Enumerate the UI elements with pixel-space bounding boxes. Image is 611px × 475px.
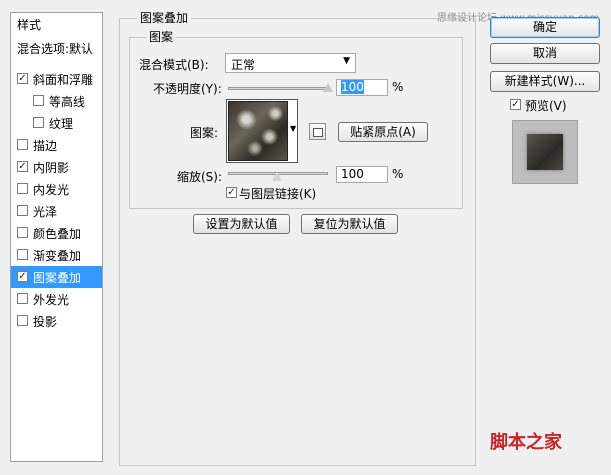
style-preview-thumbnail — [527, 134, 563, 170]
style-item[interactable]: ✓ 内阴影 — [11, 156, 102, 178]
opacity-label: 不透明度(Y): — [153, 82, 222, 96]
style-item-label: 外发光 — [33, 293, 70, 307]
style-item[interactable]: ✓ 图案叠加 — [11, 266, 102, 288]
ok-button[interactable]: 确定 — [490, 17, 600, 38]
new-preset-button[interactable] — [309, 123, 326, 140]
style-item-checkbox[interactable] — [33, 117, 44, 128]
blend-mode-label: 混合模式(B): — [139, 58, 209, 72]
style-item[interactable]: 投影 — [11, 310, 102, 332]
new-style-button[interactable]: 新建样式(W)... — [490, 71, 600, 92]
scale-label: 缩放(S): — [177, 170, 223, 184]
style-item-checkbox[interactable] — [17, 205, 28, 216]
blend-options-item[interactable]: 混合选项:默认 — [17, 40, 93, 57]
style-item[interactable]: 纹理 — [11, 112, 102, 134]
style-item-checkbox[interactable] — [33, 95, 44, 106]
style-item-label: 等高线 — [49, 95, 86, 109]
style-item-label: 图案叠加 — [33, 271, 82, 285]
style-item-checkbox[interactable]: ✓ — [17, 73, 28, 84]
scale-unit: % — [392, 167, 404, 181]
style-item-label: 内阴影 — [33, 161, 70, 175]
opacity-slider-track[interactable] — [228, 87, 328, 90]
style-item[interactable]: 渐变叠加 — [11, 244, 102, 266]
cancel-button[interactable]: 取消 — [490, 43, 600, 64]
style-item[interactable]: 光泽 — [11, 200, 102, 222]
style-item-label: 投影 — [33, 315, 58, 329]
reset-default-button[interactable]: 复位为默认值 — [301, 214, 398, 234]
opacity-unit: % — [392, 80, 404, 94]
pattern-label: 图案: — [190, 126, 219, 140]
link-layer-checkbox[interactable]: ✓ — [226, 187, 237, 198]
style-item[interactable]: ✓ 斜面和浮雕 — [11, 68, 102, 90]
style-item-checkbox[interactable]: ✓ — [17, 271, 28, 282]
style-item[interactable]: 外发光 — [11, 288, 102, 310]
style-item-checkbox[interactable] — [17, 227, 28, 238]
style-item-label: 光泽 — [33, 205, 58, 219]
pattern-overlay-title: 图案叠加 — [137, 9, 192, 26]
watermark-logo: 脚本之家 — [490, 432, 562, 453]
style-item[interactable]: 内发光 — [11, 178, 102, 200]
style-item-label: 颜色叠加 — [33, 227, 82, 241]
style-item-label: 斜面和浮雕 — [33, 73, 94, 87]
preview-label[interactable]: 预览(V) — [525, 97, 567, 114]
style-preview — [512, 120, 578, 184]
style-item-checkbox[interactable] — [17, 139, 28, 150]
style-item-checkbox[interactable] — [17, 249, 28, 260]
opacity-input[interactable]: 100 — [336, 79, 388, 96]
style-item-checkbox[interactable] — [17, 293, 28, 304]
link-layer-label[interactable]: 与图层链接(K) — [239, 185, 316, 202]
style-item-checkbox[interactable]: ✓ — [17, 161, 28, 172]
style-item[interactable]: 颜色叠加 — [11, 222, 102, 244]
pattern-subgroup-title: 图案 — [146, 28, 177, 45]
scale-slider-thumb[interactable] — [272, 172, 282, 181]
style-item-label: 内发光 — [33, 183, 70, 197]
new-preset-icon — [313, 128, 323, 137]
scale-input[interactable]: 100 — [336, 166, 388, 183]
style-item-checkbox[interactable] — [17, 315, 28, 326]
opacity-slider-thumb[interactable] — [323, 83, 333, 92]
styles-list: 样式 混合选项:默认 ✓ 斜面和浮雕等高线纹理描边 ✓ 内阴影内发光光泽颜色叠加渐变叠… — [10, 12, 103, 462]
pattern-picker[interactable]: ▼ — [226, 99, 298, 163]
preview-checkbox[interactable]: ✓ — [510, 99, 521, 110]
style-item-checkbox[interactable] — [17, 183, 28, 194]
style-item[interactable]: 描边 — [11, 134, 102, 156]
chevron-down-icon: ▼ — [343, 56, 350, 66]
style-item-label: 渐变叠加 — [33, 249, 82, 263]
snap-origin-button[interactable]: 贴紧原点(A) — [338, 122, 428, 142]
style-item[interactable]: 等高线 — [11, 90, 102, 112]
set-default-button[interactable]: 设置为默认值 — [193, 214, 290, 234]
styles-header[interactable]: 样式 — [17, 16, 41, 33]
blend-mode-value: 正常 — [231, 58, 256, 72]
pattern-swatch — [228, 101, 288, 161]
chevron-down-icon: ▼ — [290, 124, 297, 133]
blend-mode-select[interactable]: 正常 ▼ — [225, 53, 356, 73]
style-item-label: 描边 — [33, 139, 58, 153]
style-item-label: 纹理 — [49, 117, 74, 131]
